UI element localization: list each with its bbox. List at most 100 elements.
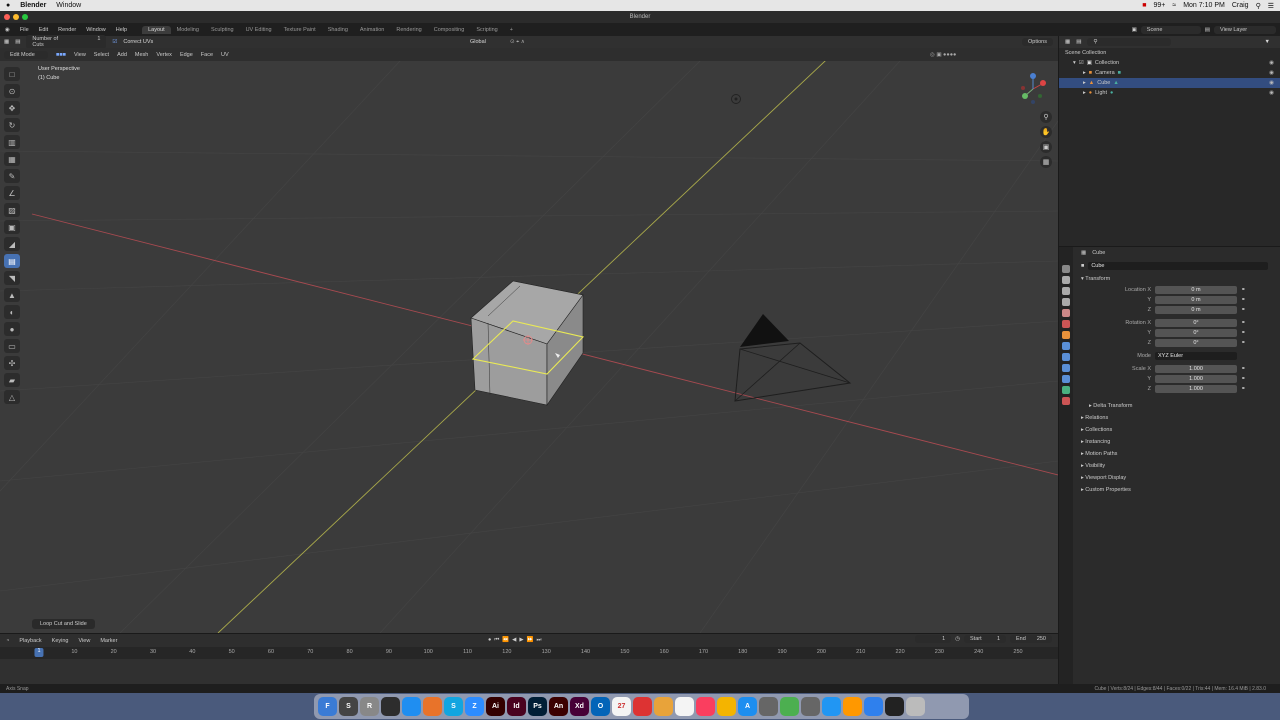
tab-modeling[interactable]: Modeling (171, 26, 205, 34)
expand-arrow-icon[interactable]: ▸ (1083, 80, 1086, 86)
battery-indicator[interactable]: 99+ (1153, 2, 1165, 9)
output-tab-icon[interactable] (1062, 287, 1070, 295)
viewport-display-panel[interactable]: ▸ Viewport Display (1075, 472, 1280, 484)
add-workspace-icon[interactable]: + (504, 26, 519, 34)
menu-file[interactable]: File (15, 27, 34, 33)
viewport-scene[interactable] (0, 61, 1058, 633)
modifier-tab-icon[interactable] (1062, 342, 1070, 350)
rotation-x-field[interactable]: 0° (1155, 319, 1237, 327)
dock-app-icon[interactable]: A (738, 697, 757, 716)
object-name-field[interactable]: Cube (1088, 262, 1269, 270)
dock-app-icon[interactable]: O (591, 697, 610, 716)
transform-tool[interactable]: ▦ (4, 152, 20, 166)
filter-icon[interactable]: ▼ (1265, 39, 1270, 45)
visibility-eye-icon[interactable]: ◉ (1269, 60, 1274, 66)
close-window-button[interactable] (4, 14, 10, 20)
preview-range-icon[interactable]: ◷ (955, 636, 960, 642)
dock-app-icon[interactable] (759, 697, 778, 716)
rotate-tool[interactable]: ↻ (4, 118, 20, 132)
dock-app-icon[interactable]: Z (465, 697, 484, 716)
poly-build-tool[interactable]: ▲ (4, 288, 20, 302)
blender-logo-icon[interactable]: ◉ (0, 27, 15, 33)
start-frame-field[interactable]: Start 1 (964, 635, 1006, 643)
spin-tool[interactable]: ◐ (4, 305, 20, 319)
current-frame-field[interactable]: 1 (915, 635, 952, 643)
scene-tab-icon[interactable] (1062, 309, 1070, 317)
tab-texture-paint[interactable]: Texture Paint (278, 26, 322, 34)
outliner-item-collection[interactable]: ▾ ☑ ▣ Collection ◉ (1059, 58, 1280, 68)
location-z-field[interactable]: 0 m (1155, 306, 1237, 314)
rotation-mode-dropdown[interactable]: XYZ Euler (1155, 352, 1237, 360)
bevel-tool[interactable]: ◢ (4, 237, 20, 251)
location-y-field[interactable]: 0 m (1155, 296, 1237, 304)
rotation-z-field[interactable]: 0° (1155, 339, 1237, 347)
record-button[interactable]: ● (488, 637, 491, 644)
lock-icon[interactable]: ⚭ (1237, 287, 1246, 293)
prev-keyframe-button[interactable]: ⏪ (502, 637, 509, 644)
knife-tool[interactable]: ◥ (4, 271, 20, 285)
lock-icon[interactable]: ⚭ (1237, 366, 1246, 372)
measure-tool[interactable]: ∠ (4, 186, 20, 200)
smooth-tool[interactable]: ● (4, 322, 20, 336)
outliner-item-light[interactable]: ▸ ● Light ● ◉ (1059, 88, 1280, 98)
inset-tool[interactable]: ▣ (4, 220, 20, 234)
scale-y-field[interactable]: 1.000 (1155, 375, 1237, 383)
mac-menu-window[interactable]: Window (56, 2, 81, 9)
next-keyframe-button[interactable]: ⏩ (527, 637, 534, 644)
view-layer-tab-icon[interactable] (1062, 298, 1070, 306)
menu-keying[interactable]: Keying (52, 638, 69, 644)
jump-start-button[interactable]: ⏮ (494, 637, 499, 644)
dock-app-icon[interactable]: S (444, 697, 463, 716)
expand-arrow-icon[interactable]: ▸ (1083, 90, 1086, 96)
tab-sculpting[interactable]: Sculpting (205, 26, 240, 34)
select-box-tool[interactable]: □ (4, 67, 20, 81)
mac-app-name[interactable]: Blender (20, 2, 46, 9)
instancing-panel[interactable]: ▸ Instancing (1075, 436, 1280, 448)
mode-selector[interactable]: Edit Mode (4, 50, 48, 59)
outliner-scene-collection[interactable]: Scene Collection (1059, 48, 1280, 58)
transform-orientation-dropdown[interactable]: Global (470, 39, 486, 45)
constraints-tab-icon[interactable] (1062, 375, 1070, 383)
scene-selector[interactable]: Scene (1140, 25, 1201, 34)
dock-app-icon[interactable] (717, 697, 736, 716)
material-tab-icon[interactable] (1062, 397, 1070, 405)
tab-layout[interactable]: Layout (142, 25, 171, 34)
dock-app-icon[interactable] (801, 697, 820, 716)
correct-uvs-checkbox[interactable]: ☑ (112, 39, 117, 45)
delta-transform-panel[interactable]: ▸ Delta Transform (1075, 400, 1280, 412)
tab-compositing[interactable]: Compositing (428, 26, 471, 34)
dock-app-icon[interactable] (402, 697, 421, 716)
world-tab-icon[interactable] (1062, 320, 1070, 328)
lock-icon[interactable]: ⚭ (1237, 340, 1246, 346)
menu-vertex[interactable]: Vertex (156, 52, 172, 58)
cube-mesh[interactable] (470, 280, 585, 406)
visibility-panel[interactable]: ▸ Visibility (1075, 460, 1280, 472)
dock-app-icon[interactable] (906, 697, 925, 716)
outliner-search-field[interactable]: ⚲ (1087, 38, 1172, 46)
menu-select[interactable]: Select (94, 52, 109, 58)
scene-icon[interactable]: ▣ (1132, 27, 1137, 33)
transform-panel-header[interactable]: ▾ Transform (1075, 273, 1280, 285)
jump-end-button[interactable]: ⏭ (536, 637, 541, 644)
dock-app-icon[interactable]: 27 (612, 697, 631, 716)
zoom-window-button[interactable] (22, 14, 28, 20)
menu-list-icon[interactable]: ☰ (1268, 2, 1274, 10)
object-tab-icon[interactable] (1062, 331, 1070, 339)
lock-icon[interactable]: ⚭ (1237, 307, 1246, 313)
loop-cut-tool[interactable]: ▤ (4, 254, 20, 268)
clock[interactable]: Mon 7:10 PM (1183, 2, 1225, 9)
scale-z-field[interactable]: 1.000 (1155, 385, 1237, 393)
lock-icon[interactable]: ⚭ (1237, 386, 1246, 392)
dock-app-icon[interactable]: Ai (486, 697, 505, 716)
timeline-ruler[interactable]: 1 10 20 30 40 50 60 70 80 90 100 110 120 130 140 150 160… (0, 647, 1058, 659)
cursor-tool[interactable]: ⊙ (4, 84, 20, 98)
lock-icon[interactable]: ⚭ (1237, 330, 1246, 336)
tab-scripting[interactable]: Scripting (470, 26, 503, 34)
dock-app-icon[interactable]: R (360, 697, 379, 716)
menu-render[interactable]: Render (53, 27, 81, 33)
extrude-tool[interactable]: ▨ (4, 203, 20, 217)
render-tab-icon[interactable] (1062, 276, 1070, 284)
menu-edge[interactable]: Edge (180, 52, 193, 58)
dock-app-icon[interactable] (423, 697, 442, 716)
menu-playback[interactable]: Playback (19, 638, 41, 644)
